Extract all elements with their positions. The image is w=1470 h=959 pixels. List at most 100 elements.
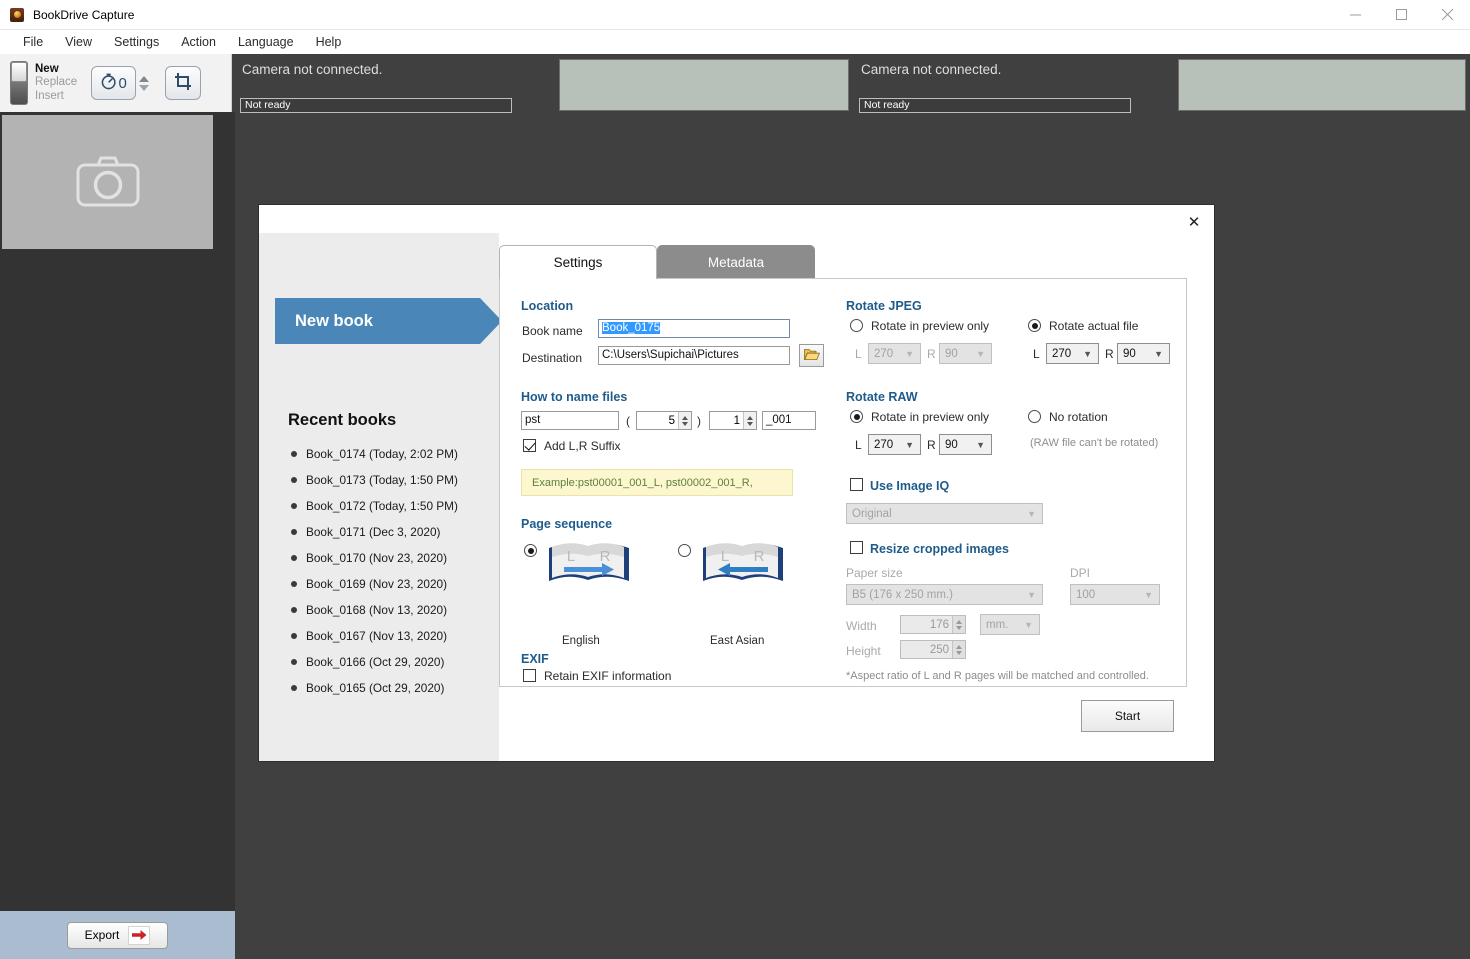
rotate-raw-none-label: No rotation bbox=[1049, 410, 1108, 424]
list-item[interactable]: Book_0169 (Nov 23, 2020) bbox=[291, 571, 491, 597]
start-stepper[interactable] bbox=[743, 412, 756, 429]
rotate-jpeg-actual-r-select[interactable]: 90 ▼ bbox=[1117, 343, 1170, 364]
rotate-jpeg-heading: Rotate JPEG bbox=[846, 299, 922, 313]
export-button[interactable]: Export bbox=[67, 921, 168, 949]
filename-start-input[interactable]: 1 bbox=[709, 411, 757, 430]
timer-button[interactable]: 0 bbox=[91, 66, 137, 100]
list-item[interactable]: Book_0166 (Oct 29, 2020) bbox=[291, 649, 491, 675]
filename-digits-input[interactable]: 5 bbox=[636, 411, 692, 430]
rotate-raw-preview-radio[interactable] bbox=[850, 410, 863, 423]
start-up-icon[interactable] bbox=[747, 415, 753, 420]
bullet-icon bbox=[291, 451, 297, 457]
use-image-iq-checkbox[interactable] bbox=[850, 478, 863, 491]
folder-open-icon bbox=[803, 347, 820, 364]
recent-book-label: Book_0168 (Nov 13, 2020) bbox=[306, 603, 448, 617]
browse-destination-button[interactable] bbox=[799, 344, 824, 367]
rotate-jpeg-actual-r-value: 90 bbox=[1123, 347, 1136, 360]
rotate-jpeg-preview-r-label: R bbox=[927, 347, 936, 361]
resize-cropped-checkbox[interactable] bbox=[850, 541, 863, 554]
close-button[interactable] bbox=[1424, 0, 1470, 30]
recent-book-label: Book_0166 (Oct 29, 2020) bbox=[306, 655, 445, 669]
book-right-to-left-icon[interactable]: L R bbox=[698, 534, 788, 594]
mode-option-insert[interactable]: Insert bbox=[35, 90, 77, 104]
rotate-raw-l-select[interactable]: 270 ▼ bbox=[868, 434, 921, 455]
tab-metadata[interactable]: Metadata bbox=[657, 245, 815, 279]
start-button[interactable]: Start bbox=[1081, 700, 1174, 732]
start-down-icon[interactable] bbox=[747, 421, 753, 426]
dialog-close-button[interactable]: ✕ bbox=[1180, 210, 1208, 234]
timer-value: 0 bbox=[118, 74, 127, 92]
list-item[interactable]: Book_0172 (Today, 1:50 PM) bbox=[291, 493, 491, 519]
rotate-raw-l-value: 270 bbox=[874, 438, 894, 451]
rotate-raw-r-select[interactable]: 90 ▼ bbox=[939, 434, 992, 455]
filename-prefix-input[interactable]: pst bbox=[521, 411, 619, 430]
tab-settings[interactable]: Settings bbox=[499, 245, 657, 279]
rotate-jpeg-preview-radio[interactable] bbox=[850, 319, 863, 332]
export-label: Export bbox=[84, 928, 120, 942]
chevron-down-icon: ▼ bbox=[1083, 348, 1092, 359]
list-item[interactable]: Book_0170 (Nov 23, 2020) bbox=[291, 545, 491, 571]
capture-mode-toggle[interactable]: New Replace Insert bbox=[10, 61, 77, 105]
chevron-down-icon: ▼ bbox=[1144, 589, 1153, 600]
add-lr-suffix-checkbox[interactable] bbox=[523, 439, 536, 452]
list-item[interactable]: Book_0174 (Today, 2:02 PM) bbox=[291, 441, 491, 467]
menu-settings[interactable]: Settings bbox=[103, 32, 170, 52]
filename-start-value: 1 bbox=[733, 414, 740, 427]
mode-toggle-knob[interactable] bbox=[11, 62, 27, 82]
list-item[interactable]: Book_0165 (Oct 29, 2020) bbox=[291, 675, 491, 701]
maximize-button[interactable] bbox=[1378, 0, 1424, 30]
book-name-input[interactable]: Book_0175 bbox=[598, 319, 790, 338]
timer-decrease-icon[interactable] bbox=[139, 84, 150, 91]
rotate-jpeg-actual-radio[interactable] bbox=[1028, 319, 1041, 332]
svg-text:L: L bbox=[721, 548, 729, 565]
rotate-jpeg-actual-label: Rotate actual file bbox=[1049, 319, 1139, 333]
digits-up-icon[interactable] bbox=[682, 415, 688, 420]
destination-input[interactable]: C:\Users\Supichai\Pictures bbox=[598, 346, 790, 365]
export-bar: Export bbox=[0, 911, 235, 959]
menu-action[interactable]: Action bbox=[170, 32, 227, 52]
recent-book-label: Book_0170 (Nov 23, 2020) bbox=[306, 551, 448, 565]
menu-language[interactable]: Language bbox=[227, 32, 305, 52]
timer-increase-icon[interactable] bbox=[139, 75, 150, 82]
filename-suffix-input[interactable]: _001 bbox=[762, 411, 816, 430]
list-item[interactable]: Book_0168 (Nov 13, 2020) bbox=[291, 597, 491, 623]
height-stepper bbox=[952, 641, 965, 658]
digits-down-icon[interactable] bbox=[682, 421, 688, 426]
paper-size-label: Paper size bbox=[846, 566, 903, 580]
digits-stepper[interactable] bbox=[678, 412, 691, 429]
list-item[interactable]: Book_0173 (Today, 1:50 PM) bbox=[291, 467, 491, 493]
window-title: BookDrive Capture bbox=[33, 7, 135, 22]
camera-preview-placeholder[interactable] bbox=[2, 115, 213, 249]
menu-file[interactable]: File bbox=[12, 32, 54, 52]
mode-option-new[interactable]: New bbox=[35, 63, 77, 77]
rotate-raw-none-radio[interactable] bbox=[1028, 410, 1041, 423]
page-sequence-east-asian-radio[interactable] bbox=[678, 544, 691, 557]
list-item[interactable]: Book_0167 (Nov 13, 2020) bbox=[291, 623, 491, 649]
bullet-icon bbox=[291, 685, 297, 691]
paper-size-value: B5 (176 x 250 mm.) bbox=[852, 588, 953, 601]
camera-3-message: Camera not connected. bbox=[861, 62, 1002, 77]
mode-toggle-track[interactable] bbox=[10, 61, 28, 105]
page-sequence-english-radio[interactable] bbox=[524, 544, 537, 557]
recent-book-label: Book_0172 (Today, 1:50 PM) bbox=[306, 499, 458, 513]
menu-view[interactable]: View bbox=[54, 32, 103, 52]
rotate-jpeg-actual-l-value: 270 bbox=[1052, 347, 1072, 360]
retain-exif-checkbox[interactable] bbox=[523, 669, 536, 682]
rotate-jpeg-actual-l-select[interactable]: 270 ▼ bbox=[1046, 343, 1099, 364]
unit-select: mm. ▼ bbox=[980, 614, 1040, 635]
height-up-icon bbox=[956, 644, 962, 649]
timer-stepper[interactable] bbox=[139, 75, 150, 91]
minimize-button[interactable] bbox=[1332, 0, 1378, 30]
new-book-tab[interactable]: New book bbox=[275, 298, 502, 344]
list-item[interactable]: Book_0171 (Dec 3, 2020) bbox=[291, 519, 491, 545]
menu-help[interactable]: Help bbox=[305, 32, 353, 52]
rotate-raw-none-note: (RAW file can't be rotated) bbox=[1030, 437, 1159, 449]
camera-2-placeholder bbox=[559, 59, 849, 111]
mode-option-replace[interactable]: Replace bbox=[35, 76, 77, 90]
crop-button[interactable] bbox=[165, 66, 202, 100]
book-left-to-right-icon[interactable]: L R bbox=[544, 534, 634, 594]
rotate-raw-r-label: R bbox=[927, 438, 936, 452]
rotate-raw-preview-label: Rotate in preview only bbox=[871, 410, 990, 424]
bullet-icon bbox=[291, 477, 297, 483]
dialog-sidebar: New book Recent books Book_0174 (Today, … bbox=[259, 233, 502, 761]
